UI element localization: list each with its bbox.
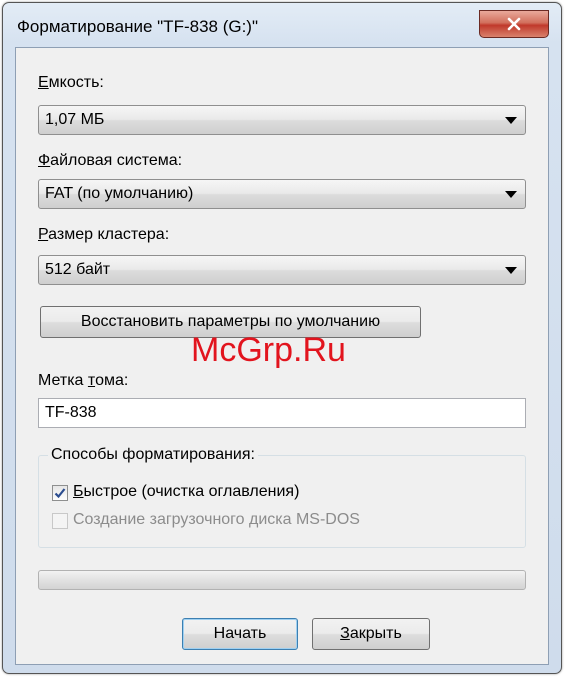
volume-label-label: Метка тома: <box>38 372 129 389</box>
filesystem-select[interactable]: FAT (по умолчанию) <box>38 179 526 209</box>
checkmark-icon <box>54 488 66 499</box>
chevron-down-icon <box>505 267 517 274</box>
cluster-size-value: 512 байт <box>45 261 111 278</box>
restore-defaults-button[interactable]: Восстановить параметры по умолчанию <box>40 306 421 338</box>
close-icon <box>507 17 521 31</box>
format-options-title: Способы форматирования: <box>48 446 258 464</box>
capacity-select[interactable]: 1,07 МБ <box>38 105 526 135</box>
cluster-size-select[interactable]: 512 байт <box>38 255 526 285</box>
format-dialog: Форматирование "TF-838 (G:)" Емкость: 1,… <box>2 2 562 674</box>
chevron-down-icon <box>505 191 517 198</box>
quick-format-label[interactable]: Быстрое (очистка оглавления) <box>73 483 299 501</box>
cluster-size-label: Размер кластера: <box>38 226 170 243</box>
volume-label-input[interactable] <box>39 399 525 427</box>
close-button[interactable]: Закрыть <box>312 618 430 650</box>
format-progress-bar <box>38 570 526 590</box>
msdos-boot-disk-label: Создание загрузочного диска MS-DOS <box>73 511 360 528</box>
dialog-body: Емкость: 1,07 МБ Файловая система: FAT (… <box>15 47 549 665</box>
quick-format-checkbox[interactable] <box>52 485 68 501</box>
msdos-boot-disk-checkbox <box>52 513 68 529</box>
filesystem-value: FAT (по умолчанию) <box>45 185 194 202</box>
volume-label-field[interactable] <box>38 398 526 428</box>
window-close-button[interactable] <box>479 10 549 38</box>
capacity-label: Емкость: <box>38 74 104 91</box>
capacity-value: 1,07 МБ <box>45 111 105 128</box>
chevron-down-icon <box>505 117 517 124</box>
format-options-group: Способы форматирования: Быстрое (очистка… <box>38 446 526 548</box>
window-title: Форматирование "TF-838 (G:)" <box>17 17 259 36</box>
start-button[interactable]: Начать <box>182 618 298 650</box>
filesystem-label: Файловая система: <box>38 152 183 169</box>
